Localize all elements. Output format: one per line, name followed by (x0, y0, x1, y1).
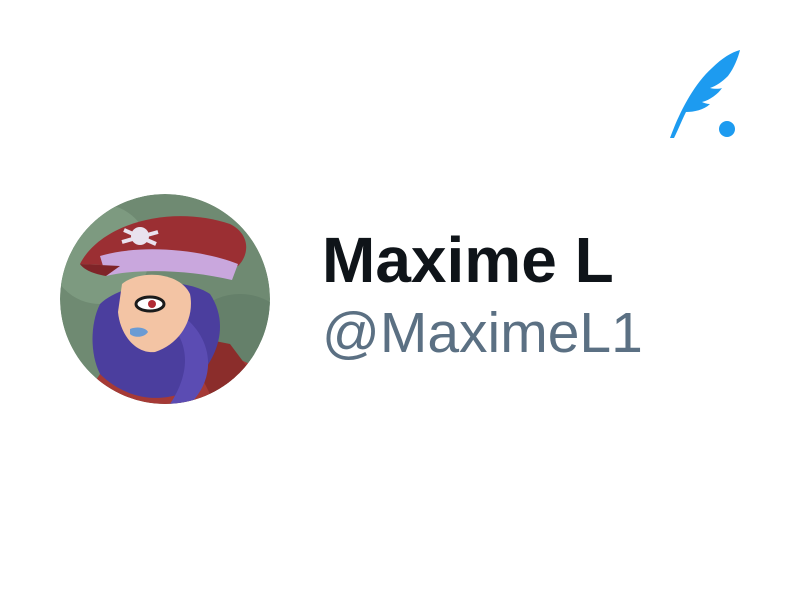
user-handle[interactable]: @MaximeL1 (322, 298, 682, 368)
profile-identity: Maxime L @MaximeL1 (322, 222, 682, 368)
avatar[interactable] (60, 194, 270, 404)
profile-card: Maxime L @MaximeL1 (0, 0, 800, 600)
display-name[interactable]: Maxime L (322, 222, 682, 298)
quill-feather-icon (664, 46, 742, 140)
